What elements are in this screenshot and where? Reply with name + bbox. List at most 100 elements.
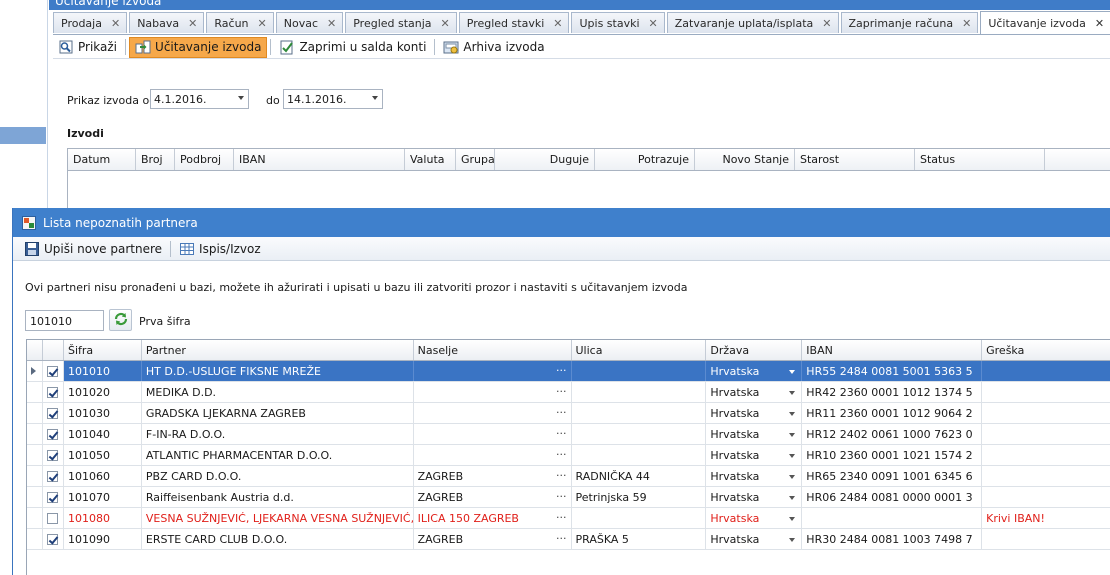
cell-drzava[interactable]: Hrvatska bbox=[706, 361, 803, 381]
cell-ulica[interactable]: Petrinjska 59 bbox=[572, 487, 707, 507]
cell-naselje[interactable]: ··· bbox=[414, 403, 572, 423]
cell-ulica[interactable]: PRAŠKA 5 bbox=[572, 529, 707, 549]
cell-drzava[interactable]: Hrvatska bbox=[706, 466, 803, 486]
cell-drzava[interactable]: Hrvatska bbox=[706, 529, 803, 549]
column-header-sifra[interactable]: Šifra bbox=[64, 340, 142, 360]
cell-iban[interactable]: HR12 2402 0061 1000 7623 0 bbox=[802, 424, 983, 444]
cell-sifra[interactable]: 101080 bbox=[64, 508, 142, 528]
table-row[interactable]: 101040 F-IN-RA D.O.O. ··· Hrvatska HR12 … bbox=[27, 424, 1110, 445]
checkbox-checked-icon[interactable] bbox=[47, 470, 59, 482]
chevron-down-icon[interactable] bbox=[789, 391, 796, 395]
cell-ulica[interactable] bbox=[571, 361, 707, 381]
cell-ulica[interactable] bbox=[572, 403, 707, 423]
column-header[interactable]: Potrazuje bbox=[595, 149, 695, 170]
checkbox-checked-icon[interactable] bbox=[47, 365, 59, 377]
ellipsis-button[interactable]: ··· bbox=[556, 406, 567, 419]
cell-iban[interactable]: HR10 2360 0001 1021 1574 2 bbox=[802, 445, 983, 465]
cell-naselje[interactable]: ZAGREB ··· bbox=[414, 529, 572, 549]
row-checkbox[interactable] bbox=[43, 508, 64, 528]
cell-naselje[interactable]: ··· bbox=[414, 445, 572, 465]
chevron-down-icon[interactable] bbox=[789, 433, 796, 437]
cell-ulica[interactable] bbox=[572, 445, 707, 465]
column-header[interactable]: Datum bbox=[68, 149, 136, 170]
column-header[interactable]: Novo Stanje bbox=[695, 149, 795, 170]
cell-greska[interactable] bbox=[982, 466, 1110, 486]
ucitavanje-izvoda-button[interactable]: Učitavanje izvoda bbox=[129, 36, 268, 58]
close-icon[interactable]: ✕ bbox=[1095, 17, 1104, 30]
ellipsis-button[interactable]: ··· bbox=[556, 427, 567, 440]
cell-greska[interactable] bbox=[982, 382, 1110, 402]
cell-sifra[interactable]: 101040 bbox=[64, 424, 142, 444]
chevron-down-icon[interactable] bbox=[789, 496, 796, 500]
cell-iban[interactable]: HR06 2484 0081 0000 0001 3 bbox=[802, 487, 983, 507]
side-panel-selected-item[interactable] bbox=[0, 127, 46, 144]
cell-greska[interactable] bbox=[982, 487, 1110, 507]
date-from-picker[interactable]: 4.1.2016. bbox=[150, 89, 249, 109]
column-header[interactable]: Status bbox=[915, 149, 1045, 170]
cell-iban[interactable]: HR42 2360 0001 1012 1374 5 bbox=[802, 382, 983, 402]
cell-ulica[interactable] bbox=[572, 382, 707, 402]
cell-sifra[interactable]: 101070 bbox=[64, 487, 142, 507]
column-header[interactable]: Valuta bbox=[405, 149, 456, 170]
tab-nabava[interactable]: Nabava ✕ bbox=[129, 12, 205, 33]
partners-grid[interactable]: Šifra Partner Naselje Ulica Država IBAN … bbox=[26, 339, 1110, 575]
table-row[interactable]: 101070 Raiffeisenbank Austria d.d. ZAGRE… bbox=[27, 487, 1110, 508]
cell-sifra[interactable]: 101020 bbox=[64, 382, 142, 402]
cell-partner[interactable]: PBZ CARD D.O.O. bbox=[142, 466, 414, 486]
ellipsis-button[interactable]: ··· bbox=[556, 364, 567, 377]
tab-prodaja[interactable]: Prodaja ✕ bbox=[53, 12, 128, 33]
date-to-picker[interactable]: 14.1.2016. bbox=[283, 89, 383, 109]
close-icon[interactable]: ✕ bbox=[188, 17, 197, 30]
izvodi-grid[interactable]: Datum Broj Podbroj IBAN Valuta Grupa Dug… bbox=[67, 148, 1110, 210]
close-icon[interactable]: ✕ bbox=[553, 17, 562, 30]
column-header[interactable]: Duguje bbox=[495, 149, 595, 170]
chevron-down-icon[interactable] bbox=[789, 538, 796, 542]
cell-greska[interactable] bbox=[982, 529, 1110, 549]
cell-iban[interactable]: HR55 2484 0081 5001 5363 5 bbox=[802, 361, 983, 381]
ellipsis-button[interactable]: ··· bbox=[556, 469, 567, 482]
arhiva-izvoda-button[interactable]: Arhiva izvoda bbox=[438, 37, 549, 58]
checkbox-checked-icon[interactable] bbox=[47, 407, 59, 419]
column-header-iban[interactable]: IBAN bbox=[802, 340, 983, 360]
ellipsis-button[interactable]: ··· bbox=[556, 448, 567, 461]
row-checkbox[interactable] bbox=[43, 466, 64, 486]
cell-greska[interactable] bbox=[982, 445, 1110, 465]
chevron-down-icon[interactable] bbox=[789, 412, 796, 416]
close-icon[interactable]: ✕ bbox=[327, 17, 336, 30]
table-row[interactable]: 101060 PBZ CARD D.O.O. ZAGREB ··· RADNIČK… bbox=[27, 466, 1110, 487]
dialog-titlebar[interactable]: Lista nepoznatih partnera bbox=[13, 208, 1110, 237]
close-icon[interactable]: ✕ bbox=[111, 17, 120, 30]
table-row[interactable]: 101010 HT D.D.-USLUGE FIKSNE MREŽE ··· H… bbox=[27, 361, 1110, 382]
cell-sifra[interactable]: 101010 bbox=[63, 361, 142, 381]
ellipsis-button[interactable]: ··· bbox=[556, 490, 567, 503]
checkbox-checked-icon[interactable] bbox=[47, 428, 59, 440]
close-icon[interactable]: ✕ bbox=[649, 17, 658, 30]
ispis-izvoz-button[interactable]: Ispis/Izvoz bbox=[174, 238, 266, 260]
cell-sifra[interactable]: 101030 bbox=[64, 403, 142, 423]
table-row[interactable]: 101020 MEDIKA D.D. ··· Hrvatska HR42 236… bbox=[27, 382, 1110, 403]
tab-pregled-stanja[interactable]: Pregled stanja ✕ bbox=[345, 12, 457, 33]
table-row[interactable]: 101050 ATLANTIC PHARMACENTAR D.O.O. ··· … bbox=[27, 445, 1110, 466]
chevron-down-icon[interactable] bbox=[789, 475, 796, 479]
row-checkbox[interactable] bbox=[42, 361, 64, 381]
cell-naselje[interactable]: ··· bbox=[413, 361, 572, 381]
close-icon[interactable]: ✕ bbox=[441, 17, 450, 30]
row-checkbox[interactable] bbox=[43, 445, 64, 465]
upisi-nove-partnere-button[interactable]: Upiši nove partnere bbox=[19, 238, 167, 260]
tab-pregled-stavki[interactable]: Pregled stavki ✕ bbox=[458, 12, 570, 33]
tab-ucitavanje-izvoda[interactable]: Učitavanje izvoda ✕ bbox=[980, 11, 1110, 34]
column-header-drzava[interactable]: Država bbox=[706, 340, 803, 360]
cell-naselje[interactable]: ··· bbox=[414, 382, 572, 402]
cell-ulica[interactable] bbox=[572, 424, 707, 444]
cell-drzava[interactable]: Hrvatska bbox=[706, 424, 803, 444]
cell-drzava[interactable]: Hrvatska bbox=[706, 403, 803, 423]
row-checkbox[interactable] bbox=[43, 529, 64, 549]
cell-ulica[interactable]: RADNIČKA 44 bbox=[572, 466, 707, 486]
cell-iban[interactable]: HR65 2340 0091 1001 6345 6 bbox=[802, 466, 983, 486]
cell-drzava[interactable]: Hrvatska bbox=[706, 445, 803, 465]
cell-iban[interactable]: HR30 2484 0081 1003 7498 7 bbox=[802, 529, 983, 549]
cell-greska[interactable] bbox=[982, 403, 1110, 423]
cell-partner[interactable]: VESNA SUŽNJEVIĆ, LJEKARNA VESNA SUŽNJEVI… bbox=[142, 508, 414, 528]
cell-iban[interactable] bbox=[802, 508, 983, 528]
cell-sifra[interactable]: 101060 bbox=[64, 466, 142, 486]
